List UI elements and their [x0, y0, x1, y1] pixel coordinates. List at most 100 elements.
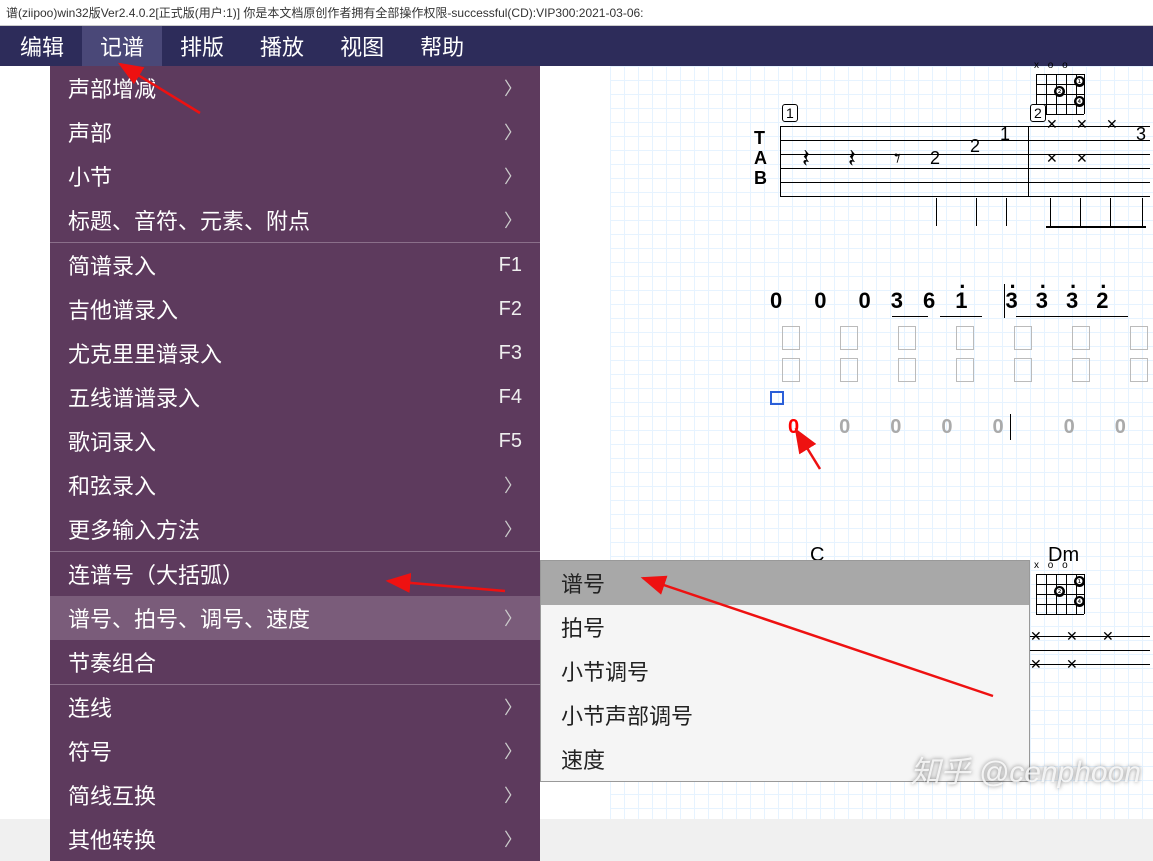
lyric-box[interactable] — [1130, 326, 1148, 350]
note: 0 — [993, 416, 1004, 439]
dd-voice[interactable]: 声部 〉 — [50, 110, 540, 154]
sm-clef[interactable]: 谱号 — [541, 561, 1029, 605]
chord-diagram: x o o ❶ ❷ ❹ — [1030, 564, 1090, 618]
dd-more-input[interactable]: 更多输入方法 〉 — [50, 507, 540, 551]
lyric-box[interactable] — [840, 358, 858, 382]
fret-number: 2 — [970, 136, 980, 157]
rest-icon: 𝄾 — [894, 144, 901, 175]
menu-play[interactable]: 播放 — [242, 26, 322, 66]
note: 0 — [1115, 416, 1126, 439]
shortcut: F2 — [499, 298, 522, 321]
lyric-box[interactable] — [1072, 358, 1090, 382]
lyric-box[interactable] — [1130, 358, 1148, 382]
x-mark-icon: ✕ — [1046, 116, 1058, 133]
chevron-right-icon: 〉 — [504, 826, 522, 852]
lyric-box[interactable] — [956, 358, 974, 382]
note: 0 — [941, 416, 952, 439]
sm-measure-key[interactable]: 小节调号 — [541, 649, 1029, 693]
dd-label: 简线互换 — [68, 779, 156, 811]
menu-layout[interactable]: 排版 — [162, 26, 242, 66]
shortcut: F1 — [499, 254, 522, 277]
fret-number: 2 — [930, 148, 940, 169]
menu-help[interactable]: 帮助 — [402, 26, 482, 66]
dd-brace[interactable]: 连谱号（大括弧） — [50, 552, 540, 596]
lyric-box[interactable] — [1014, 358, 1032, 382]
notation-dropdown: 声部增减 〉 声部 〉 小节 〉 标题、音符、元素、附点 〉 简谱录入 F1 吉… — [50, 66, 540, 861]
x-mark-icon: ✕ — [1030, 656, 1042, 673]
lyric-row — [782, 358, 1148, 382]
dd-symbols[interactable]: 符号 〉 — [50, 729, 540, 773]
tab-system-1: 1 2 T A B 𝄽 𝄽 𝄾 2 2 1 3 — [750, 126, 1150, 216]
dd-label: 和弦录入 — [68, 469, 156, 501]
dd-staff-input[interactable]: 五线谱谱录入 F4 — [50, 375, 540, 419]
dd-convert-notation[interactable]: 简线互换 〉 — [50, 773, 540, 817]
x-mark-icon: ✕ — [1066, 656, 1078, 673]
menu-edit[interactable]: 编辑 — [2, 26, 82, 66]
lyric-box[interactable] — [956, 326, 974, 350]
dd-voice-add-remove[interactable]: 声部增减 〉 — [50, 66, 540, 110]
dd-label: 节奏组合 — [68, 646, 156, 678]
x-mark-icon: ✕ — [1076, 150, 1088, 167]
chevron-right-icon: 〉 — [504, 75, 522, 101]
menu-notation[interactable]: 记谱 — [82, 26, 162, 66]
sm-measure-voice-key[interactable]: 小节声部调号 — [541, 693, 1029, 737]
title-bar: 谱(ziipoo)win32版Ver2.4.0.2[正式版(用户:1)] 你是本… — [0, 0, 1153, 26]
dd-chord-input[interactable]: 和弦录入 〉 — [50, 463, 540, 507]
x-mark-icon: ✕ — [1066, 628, 1078, 645]
chevron-right-icon: 〉 — [504, 207, 522, 233]
dd-ukulele-input[interactable]: 尤克里里谱录入 F3 — [50, 331, 540, 375]
lyric-box[interactable] — [1014, 326, 1032, 350]
dd-jianpu-input[interactable]: 简谱录入 F1 — [50, 243, 540, 287]
shortcut: F3 — [499, 342, 522, 365]
x-mark-icon: ✕ — [1046, 150, 1058, 167]
lyric-box[interactable] — [898, 326, 916, 350]
note: 0 — [770, 288, 782, 314]
fret-number: 3 — [1136, 124, 1146, 145]
note: 3 — [891, 288, 903, 314]
shortcut: F5 — [499, 430, 522, 453]
dd-rhythm-group[interactable]: 节奏组合 — [50, 640, 540, 684]
dd-label: 连线 — [68, 691, 112, 723]
dd-measure[interactable]: 小节 〉 — [50, 154, 540, 198]
lyric-box[interactable] — [782, 326, 800, 350]
dd-label: 声部 — [68, 116, 112, 148]
chevron-right-icon: 〉 — [504, 119, 522, 145]
note: 0 — [1064, 416, 1075, 439]
lyric-box[interactable] — [1072, 326, 1090, 350]
dd-title-notes[interactable]: 标题、音符、元素、附点 〉 — [50, 198, 540, 242]
lyric-box[interactable] — [782, 358, 800, 382]
dd-label: 谱号、拍号、调号、速度 — [68, 602, 310, 634]
sm-time-sig[interactable]: 拍号 — [541, 605, 1029, 649]
dd-label: 五线谱谱录入 — [68, 381, 200, 413]
chevron-right-icon: 〉 — [504, 472, 522, 498]
dd-guitar-input[interactable]: 吉他谱录入 F2 — [50, 287, 540, 331]
dd-slur[interactable]: 连线 〉 — [50, 685, 540, 729]
chevron-right-icon: 〉 — [504, 516, 522, 542]
dd-label: 吉他谱录入 — [68, 293, 178, 325]
dd-lyric-input[interactable]: 歌词录入 F5 — [50, 419, 540, 463]
lyric-box[interactable] — [840, 326, 858, 350]
lyric-box[interactable] — [898, 358, 916, 382]
chevron-right-icon: 〉 — [504, 738, 522, 764]
note: 3 — [1036, 288, 1048, 314]
dd-label: 符号 — [68, 735, 112, 767]
dd-label: 连谱号（大括弧） — [68, 558, 244, 590]
dd-clef-time-key-tempo[interactable]: 谱号、拍号、调号、速度 〉 — [50, 596, 540, 640]
jianpu-row: 0 0 0 3 6 1 3 3 3 2 — [770, 288, 1109, 314]
note: 2 — [1096, 288, 1108, 314]
dd-label: 简谱录入 — [68, 249, 156, 281]
tab-label: T A B — [754, 128, 767, 188]
cursor-icon — [770, 391, 784, 405]
dd-other-convert[interactable]: 其他转换 〉 — [50, 817, 540, 861]
dd-label: 标题、音符、元素、附点 — [68, 204, 310, 236]
dd-label: 小节 — [68, 160, 112, 192]
watermark: 知乎 @cenphoon — [910, 747, 1141, 791]
note: 3 — [1006, 288, 1018, 314]
note: 1 — [955, 288, 967, 314]
x-mark-icon: ✕ — [1106, 116, 1118, 133]
measure-number: 1 — [782, 104, 798, 122]
dd-label: 更多输入方法 — [68, 513, 200, 545]
menu-view[interactable]: 视图 — [322, 26, 402, 66]
chord-xo: x o o — [1034, 60, 1071, 71]
note: 0 — [839, 416, 850, 439]
